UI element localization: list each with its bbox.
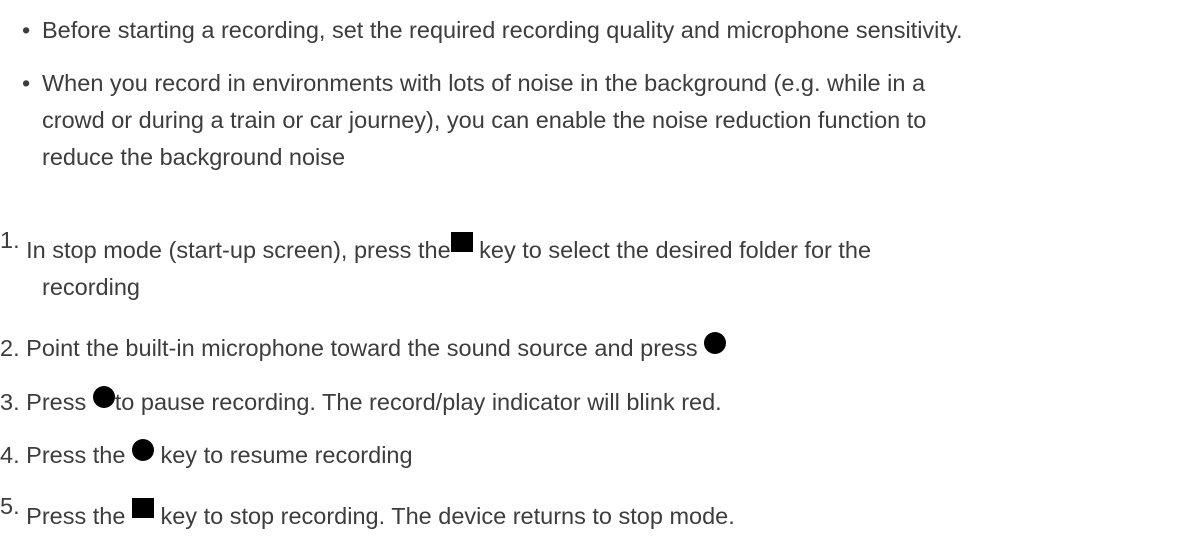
step-text-after: key to select the desired folder for the bbox=[472, 237, 872, 263]
bullet-dot: • bbox=[22, 70, 31, 96]
stop-square-icon bbox=[131, 498, 154, 518]
step-text-before: Press the bbox=[26, 503, 132, 529]
step-text-after: to pause recording. The record/play indi… bbox=[114, 389, 722, 415]
step-text-before: Press the bbox=[26, 442, 132, 468]
record-circle-icon bbox=[131, 439, 154, 461]
step-4: 4. Press the key to resume recording bbox=[0, 437, 1190, 474]
step-text-after: key to stop recording. The device return… bbox=[153, 503, 735, 529]
record-circle-icon bbox=[92, 386, 115, 408]
bullet-text-line-3: reduce the background noise bbox=[42, 144, 346, 170]
step-number: 1. bbox=[0, 227, 20, 253]
bullet-item-quality: • Before starting a recording, set the re… bbox=[22, 12, 1192, 49]
step-2: 2. Point the built-in microphone toward … bbox=[0, 330, 1190, 367]
bullet-text: Before starting a recording, set the req… bbox=[42, 17, 963, 43]
step-number: 4. bbox=[0, 442, 20, 468]
step-number: 3. bbox=[0, 389, 20, 415]
step-continuation: recording bbox=[42, 274, 140, 300]
record-circle-icon bbox=[704, 332, 727, 354]
step-text-after: key to resume recording bbox=[153, 442, 413, 468]
bullet-text-line-1: When you record in environments with lot… bbox=[42, 70, 926, 96]
step-text-before: In stop mode (start-up screen), press th… bbox=[26, 237, 451, 263]
stop-square-icon bbox=[450, 232, 473, 252]
step-text-before: Point the built-in microphone toward the… bbox=[26, 335, 698, 361]
bullet-text-line-2: crowd or during a train or car journey),… bbox=[42, 107, 927, 133]
instructions-document: • Before starting a recording, set the re… bbox=[0, 0, 1200, 554]
step-1: 1. In stop mode (start-up screen), press… bbox=[0, 227, 1190, 306]
step-text-before: Press bbox=[26, 389, 93, 415]
step-5: 5. Press the key to stop recording. The … bbox=[0, 493, 1190, 535]
bullet-dot: • bbox=[22, 17, 31, 43]
step-3: 3. Press to pause recording. The record/… bbox=[0, 384, 1190, 421]
step-number: 2. bbox=[0, 335, 20, 361]
bullet-item-noise-reduction: • When you record in environments with lo… bbox=[22, 65, 1192, 176]
step-number: 5. bbox=[0, 493, 20, 519]
